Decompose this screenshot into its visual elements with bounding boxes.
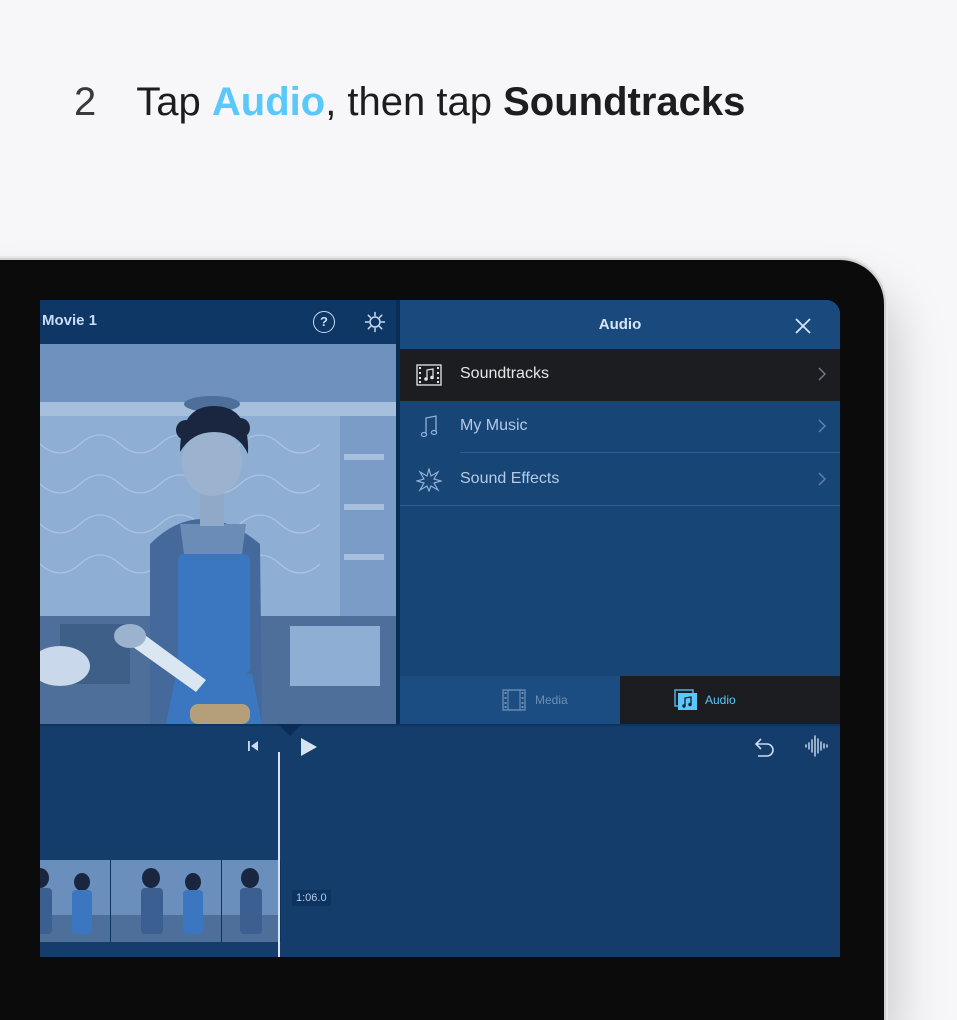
skip-to-start-icon[interactable] bbox=[246, 739, 260, 753]
chevron-right-icon bbox=[818, 367, 826, 381]
playhead-marker bbox=[278, 724, 302, 736]
menu-item-soundtracks[interactable]: Soundtracks bbox=[400, 349, 840, 401]
browser-tab-bar: Media Audio bbox=[400, 676, 840, 724]
headline-soundtracks-word: Soundtracks bbox=[503, 79, 746, 124]
project-toolbar: My Movie 1 ? bbox=[40, 300, 438, 344]
audio-panel-title: Audio bbox=[598, 316, 642, 333]
chevron-right-icon bbox=[818, 472, 826, 486]
close-icon[interactable] bbox=[794, 317, 812, 335]
headline-middle: , then tap bbox=[325, 79, 492, 124]
video-preview-image bbox=[40, 344, 396, 724]
menu-item-label: Sound Effects bbox=[460, 470, 560, 487]
clip-duration-label: 1:06.0 bbox=[292, 890, 331, 906]
clip-thumbnail bbox=[40, 860, 111, 942]
menu-item-sound-effects[interactable]: Sound Effects bbox=[400, 454, 840, 506]
film-icon bbox=[502, 689, 526, 711]
music-note-icon bbox=[420, 415, 438, 438]
video-clip[interactable] bbox=[40, 860, 281, 942]
chevron-right-icon bbox=[818, 419, 826, 433]
audio-waveform-icon[interactable] bbox=[804, 734, 828, 758]
headline-audio-word: Audio bbox=[211, 79, 326, 124]
audio-icon bbox=[674, 689, 697, 710]
menu-item-label: Soundtracks bbox=[460, 365, 549, 382]
row-separator bbox=[400, 505, 840, 506]
tab-audio[interactable]: Audio bbox=[620, 676, 840, 724]
menu-item-my-music[interactable]: My Music bbox=[400, 401, 840, 453]
imovie-screen: My Movie 1 ? bbox=[40, 300, 840, 957]
film-music-icon bbox=[416, 364, 442, 386]
row-separator bbox=[460, 452, 840, 453]
timeline[interactable]: 1:06.0 bbox=[40, 724, 840, 957]
playhead-line[interactable] bbox=[278, 752, 280, 957]
settings-gear-icon[interactable] bbox=[364, 311, 386, 333]
burst-icon bbox=[416, 468, 442, 492]
audio-browser-panel: Audio Soundtracks My Music Sound Effects… bbox=[400, 300, 840, 724]
menu-item-label: My Music bbox=[460, 417, 528, 434]
audio-panel-header: Audio bbox=[400, 300, 840, 350]
help-icon[interactable]: ? bbox=[313, 311, 335, 333]
preview-pane: My Movie 1 ? bbox=[40, 300, 438, 724]
tab-media[interactable]: Media bbox=[400, 676, 620, 724]
step-number: 2 bbox=[74, 79, 97, 124]
clip-thumbnail bbox=[111, 860, 222, 942]
headline-prefix: Tap bbox=[136, 79, 201, 124]
tab-label: Media bbox=[535, 693, 568, 707]
play-icon[interactable] bbox=[299, 736, 319, 758]
undo-icon[interactable] bbox=[752, 736, 776, 758]
tab-label: Audio bbox=[705, 693, 736, 707]
clip-thumbnail bbox=[222, 860, 281, 942]
instruction-headline: 2 Tap Audio, then tap Soundtracks bbox=[74, 72, 745, 132]
project-title: My Movie 1 bbox=[40, 312, 98, 329]
